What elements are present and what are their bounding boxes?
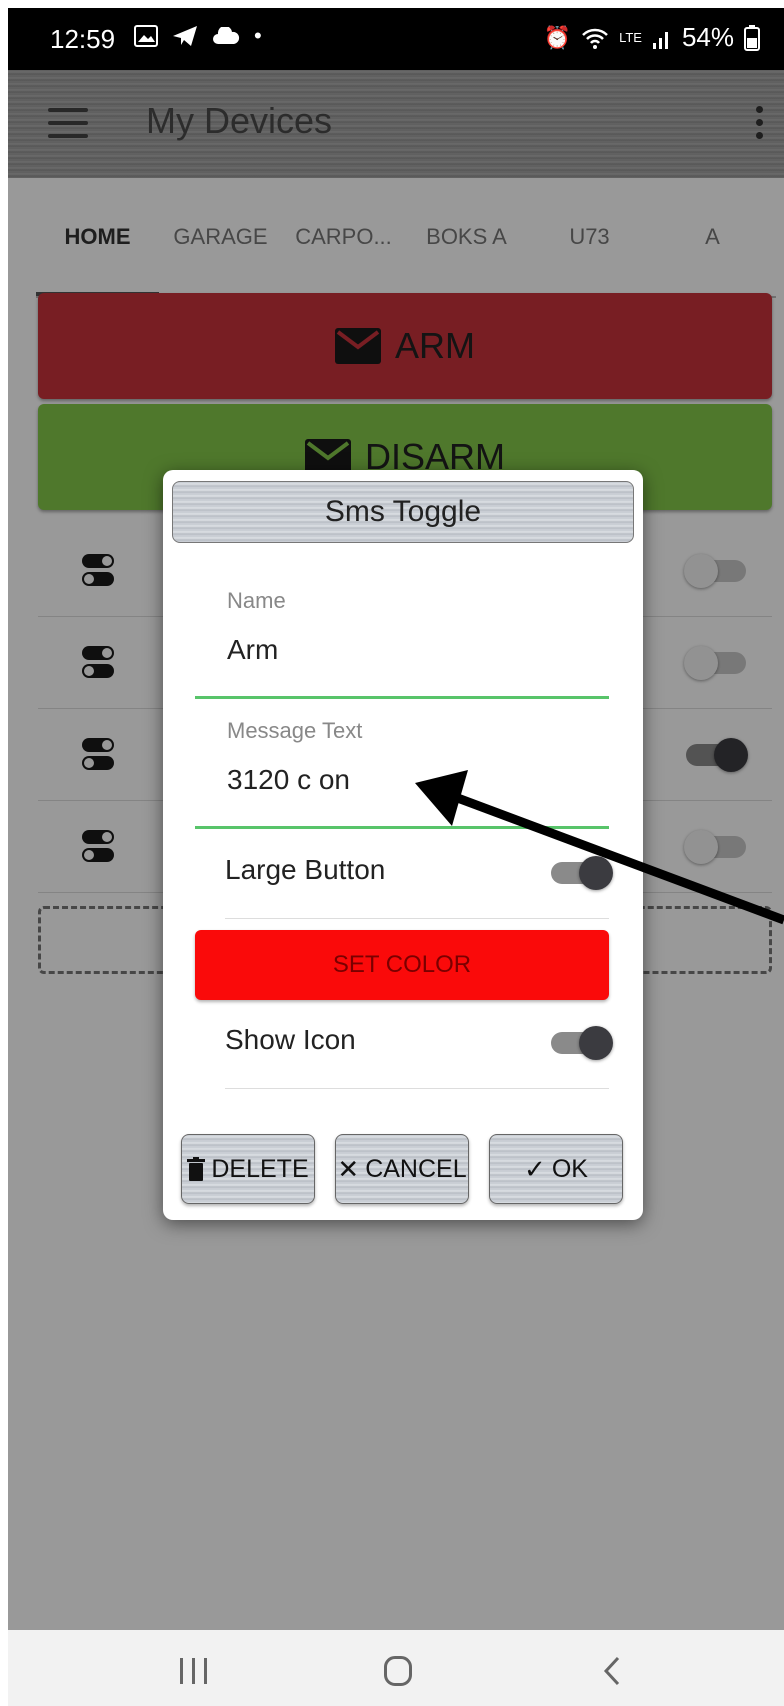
status-time: 12:59 bbox=[50, 24, 116, 54]
large-button-switch[interactable] bbox=[551, 856, 613, 890]
show-icon-row[interactable]: Show Icon bbox=[225, 998, 613, 1089]
home-icon[interactable] bbox=[384, 1656, 412, 1686]
delete-label: DELETE bbox=[211, 1154, 309, 1183]
ok-label: OK bbox=[551, 1154, 588, 1183]
cloud-icon bbox=[213, 27, 240, 44]
large-button-row[interactable]: Large Button bbox=[225, 828, 613, 919]
recent-apps-icon[interactable] bbox=[180, 1658, 207, 1684]
large-button-label: Large Button bbox=[225, 854, 386, 885]
message-text-value[interactable]: 3120 c on bbox=[227, 764, 350, 796]
volte-indicator: LTE bbox=[619, 30, 642, 45]
wifi-icon bbox=[582, 28, 608, 49]
alarm-icon: ⏰ bbox=[543, 24, 572, 50]
back-icon[interactable] bbox=[596, 1654, 630, 1688]
name-value[interactable]: Arm bbox=[227, 634, 278, 666]
set-color-button[interactable]: SET COLOR bbox=[195, 930, 609, 1000]
show-icon-switch[interactable] bbox=[551, 1026, 613, 1060]
message-text-label: Message Text bbox=[227, 718, 363, 743]
signal-icon bbox=[652, 31, 668, 49]
system-nav-bar bbox=[8, 1630, 784, 1706]
ok-button[interactable]: ✓ OK bbox=[489, 1134, 623, 1204]
dot-icon: • bbox=[254, 23, 262, 48]
telegram-icon bbox=[173, 26, 197, 46]
name-label: Name bbox=[227, 588, 286, 613]
message-text-field[interactable]: Message Text 3120 c on bbox=[195, 718, 609, 829]
check-icon: ✓ bbox=[524, 1153, 546, 1184]
cancel-button[interactable]: ✕ CANCEL bbox=[335, 1134, 469, 1204]
close-icon: ✕ bbox=[337, 1153, 360, 1184]
show-icon-label: Show Icon bbox=[225, 1024, 356, 1055]
dialog-title: Sms Toggle bbox=[172, 481, 634, 543]
delete-button[interactable]: DELETE bbox=[181, 1134, 315, 1204]
battery-percent: 54% bbox=[681, 22, 734, 52]
battery-icon bbox=[744, 24, 760, 51]
trash-icon bbox=[187, 1157, 206, 1181]
status-bar: 12:59 • ⏰ LTE 54% bbox=[8, 8, 784, 70]
screen: 12:59 • ⏰ LTE 54% My Devices HOME GARAGE… bbox=[8, 8, 784, 1706]
cancel-label: CANCEL bbox=[365, 1154, 467, 1183]
sms-toggle-dialog: Sms Toggle Name Arm Message Text 3120 c … bbox=[163, 470, 643, 1220]
name-field[interactable]: Name Arm bbox=[195, 588, 609, 699]
image-icon bbox=[134, 25, 158, 47]
